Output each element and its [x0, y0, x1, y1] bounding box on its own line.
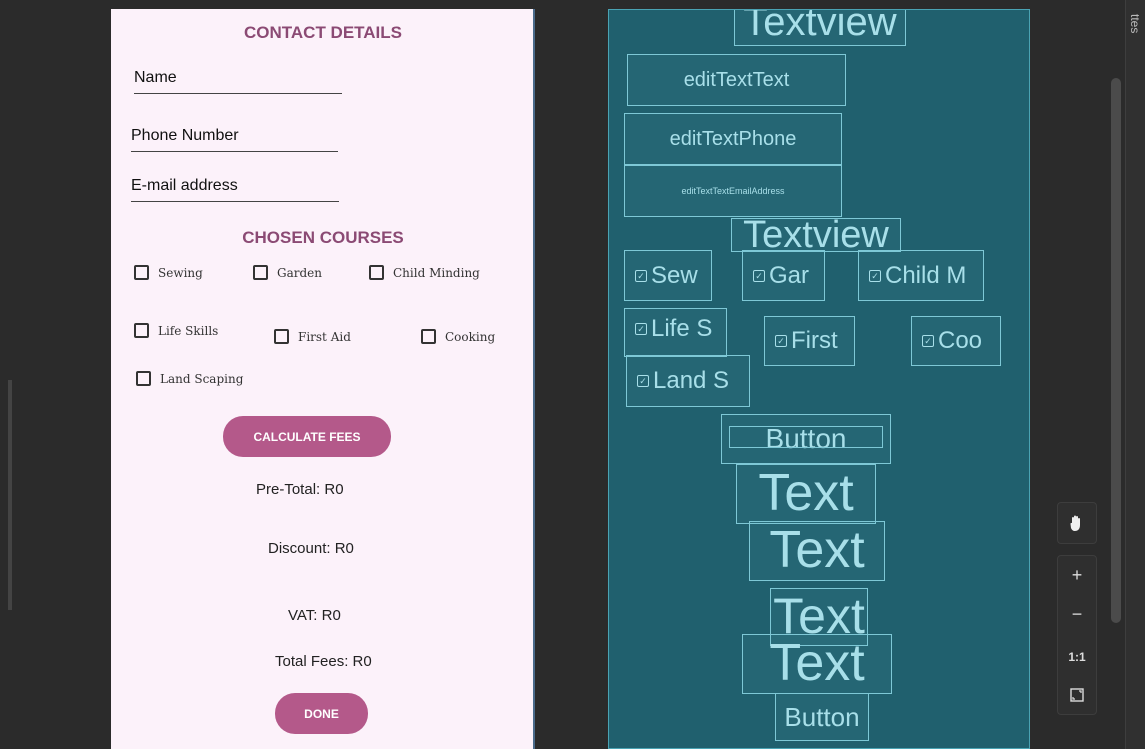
- zoom-in-button[interactable]: +: [1057, 565, 1097, 586]
- email-field[interactable]: E-mail address: [131, 177, 339, 202]
- bp-edit-email[interactable]: editTextTextEmailAddress: [624, 165, 842, 217]
- check-icon: ✓: [753, 269, 765, 282]
- checkbox-child-minding[interactable]: Child Minding: [369, 265, 480, 280]
- contact-details-heading: CONTACT DETAILS: [243, 23, 403, 42]
- hand-icon: [1070, 515, 1080, 531]
- checkbox-label: Land Scaping: [160, 371, 244, 386]
- side-panel-tab[interactable]: ttes: [1125, 0, 1145, 749]
- checkbox-cooking[interactable]: Cooking: [421, 329, 495, 344]
- bp-button-inner-outline: [729, 426, 883, 448]
- checkbox-box[interactable]: [421, 329, 436, 344]
- phone-field[interactable]: Phone Number: [131, 127, 338, 152]
- bp-checkbox-sewing[interactable]: ✓ Sew: [624, 250, 712, 301]
- bp-checkbox-label: Sew: [651, 261, 698, 289]
- checkbox-garden[interactable]: Garden: [253, 265, 322, 280]
- bp-checkbox-cooking[interactable]: ✓ Coo: [911, 316, 1001, 366]
- checkbox-box[interactable]: [253, 265, 268, 280]
- discount-text: Discount: R0: [268, 540, 354, 557]
- checkbox-label: Life Skills: [158, 323, 219, 338]
- design-preview: CONTACT DETAILS Name Phone Number E-mail…: [111, 9, 535, 749]
- bp-checkbox-garden[interactable]: ✓ Gar: [742, 250, 825, 301]
- bp-checkbox-first[interactable]: ✓ First: [764, 316, 855, 366]
- bp-checkbox-label: First: [791, 327, 838, 354]
- check-icon: ✓: [922, 335, 934, 347]
- bp-done-button[interactable]: Button: [775, 693, 869, 741]
- bp-checkbox-label: Coo: [938, 327, 983, 354]
- checkbox-label: Child Minding: [393, 265, 480, 280]
- fit-screen-icon: [1070, 688, 1084, 702]
- name-field[interactable]: Name: [134, 69, 342, 94]
- blueprint-preview: Textview editTextText editTextPhone edit…: [608, 9, 1030, 749]
- bp-textview-courses[interactable]: Textview: [731, 218, 901, 252]
- checkbox-first-aid[interactable]: First Aid: [274, 329, 351, 344]
- checkbox-label: Cooking: [445, 329, 496, 344]
- checkbox-box[interactable]: [136, 371, 151, 386]
- pre-total-text: Pre-Total: R0: [256, 481, 344, 498]
- checkbox-box[interactable]: [274, 329, 289, 344]
- checkbox-label: Garden: [277, 265, 322, 280]
- checkbox-life-skills[interactable]: Life Skills: [134, 323, 218, 338]
- zoom-reset-button[interactable]: 1:1: [1057, 650, 1097, 664]
- checkbox-label: First Aid: [298, 329, 351, 344]
- left-panel-edge: [8, 380, 12, 610]
- bp-edit-phone[interactable]: editTextPhone: [624, 113, 842, 165]
- checkbox-box[interactable]: [134, 265, 149, 280]
- checkbox-sewing[interactable]: Sewing: [134, 265, 203, 280]
- check-icon: ✓: [775, 335, 787, 347]
- scrollbar-thumb[interactable]: [1111, 78, 1121, 623]
- check-icon: ✓: [635, 269, 647, 282]
- bp-checkbox-label: Child M: [885, 261, 967, 289]
- checkbox-label: Sewing: [158, 265, 203, 280]
- checkbox-box[interactable]: [369, 265, 384, 280]
- vat-text: VAT: R0: [288, 607, 341, 624]
- bp-discount[interactable]: Text: [749, 521, 885, 581]
- bp-checkbox-land[interactable]: ✓ Land S: [626, 355, 750, 407]
- bp-total-fees[interactable]: Text: [742, 634, 892, 694]
- chosen-courses-heading: CHOSEN COURSES: [242, 228, 404, 247]
- checkbox-land-scaping[interactable]: Land Scaping: [136, 371, 243, 386]
- side-tab-label: ttes: [1128, 14, 1142, 34]
- checkbox-box[interactable]: [134, 323, 149, 338]
- check-icon: ✓: [869, 269, 881, 282]
- calculate-fees-button[interactable]: CALCULATE FEES: [223, 416, 391, 457]
- bp-pre-total[interactable]: Text: [736, 464, 876, 524]
- done-button[interactable]: DONE: [275, 693, 368, 734]
- bp-checkbox-label: Land S: [653, 367, 730, 394]
- fit-screen-button[interactable]: [1057, 686, 1097, 707]
- bp-checkbox-life[interactable]: ✓ Life S: [624, 308, 727, 357]
- bp-checkbox-child[interactable]: ✓ Child M: [858, 250, 984, 301]
- check-icon: ✓: [635, 323, 647, 335]
- total-fees-text: Total Fees: R0: [275, 653, 372, 670]
- bp-checkbox-label: Gar: [769, 261, 810, 289]
- zoom-out-button[interactable]: −: [1057, 604, 1097, 625]
- bp-checkbox-label: Life S: [651, 315, 713, 342]
- bp-edit-text[interactable]: editTextText: [627, 54, 846, 106]
- check-icon: ✓: [637, 375, 649, 387]
- bp-textview-top[interactable]: Textview: [734, 10, 906, 46]
- pan-tool-button[interactable]: [1057, 502, 1097, 544]
